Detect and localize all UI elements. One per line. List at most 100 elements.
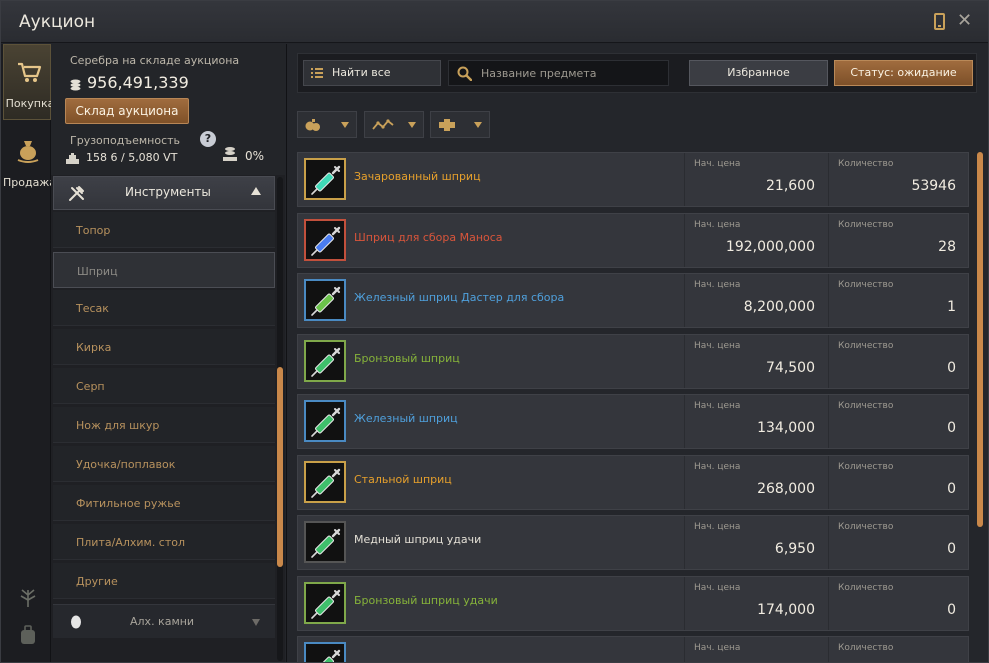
item-thumbnail[interactable] [304, 279, 346, 321]
price-value: 6,950 [774, 541, 815, 557]
quantity-label: Количество [838, 643, 894, 653]
quantity-value: 0 [947, 480, 956, 497]
item-thumbnail[interactable] [304, 521, 346, 563]
tree-icon[interactable] [18, 586, 38, 608]
item-name: Железный шприц Дастер для сбора [354, 291, 565, 304]
price-label: Нач. цена [694, 522, 741, 532]
category-item-pickaxe[interactable]: Кирка [53, 329, 275, 365]
item-thumbnail[interactable] [304, 642, 346, 662]
item-thumbnail[interactable] [304, 339, 346, 382]
item-thumbnail[interactable] [304, 158, 346, 200]
find-all-label: Найти все [332, 66, 391, 79]
price-value: 21,600 [766, 178, 815, 194]
help-icon[interactable]: ? [200, 131, 216, 147]
auction-storage-button[interactable]: Склад аукциона [65, 98, 189, 124]
cross-icon [439, 119, 455, 131]
price-label: Нач. цена [694, 643, 741, 653]
price-cell: Нач. цена 6,950 [684, 516, 827, 569]
category-item-other[interactable]: Другие [53, 563, 275, 599]
category-item-fishing-rod[interactable]: Удочка/поплавок [53, 446, 275, 482]
price-label: Нач. цена [694, 280, 741, 290]
quantity-cell: Количество 0 [828, 334, 968, 388]
quantity-cell: Количество 0 [828, 516, 968, 569]
main-panel: Найти все Избранное Статус: ожидание [286, 44, 988, 662]
category-scrollbar[interactable] [277, 177, 283, 661]
item-name: Шприц для сбора Маноса [354, 230, 503, 244]
item-thumbnail[interactable] [304, 581, 346, 624]
price-cell: Нач. цена 8,200,000 [684, 274, 827, 327]
alchemy-stones-label: Алх. камни [130, 615, 195, 628]
item-row[interactable]: Железный шприц Нач. цена 134,000 Количество… [297, 394, 969, 449]
search-icon [457, 66, 472, 81]
item-name: Зачарованный шприц [354, 170, 481, 183]
item-list: Зачарованный шприц Нач. цена 21,600 Количес… [297, 152, 969, 662]
title-bar: Аукцион ✕ [1, 1, 988, 43]
price-cell: Нач. цена 21,600 [684, 153, 827, 206]
phone-icon[interactable] [934, 13, 945, 30]
item-row[interactable]: Нач. цена Количество [297, 636, 969, 662]
category-item-sickle[interactable]: Серп [53, 368, 275, 404]
tab-buy-label: Покупка [5, 97, 55, 110]
item-row[interactable]: Стальной шприц Нач. цена 268,000 Количество… [297, 454, 969, 510]
favorites-button[interactable]: Избранное [689, 60, 828, 86]
item-row[interactable]: Железный шприц Дастер для сбора Нач. цена… [297, 273, 969, 328]
item-thumbnail[interactable] [304, 218, 346, 261]
quantity-value: 0 [947, 359, 956, 376]
window-title: Аукцион [19, 12, 96, 32]
trend-line-icon [372, 119, 394, 130]
item-row[interactable]: Шприц для сбора Маноса Нач. цена 192,000,0… [297, 212, 969, 268]
item-list-scrollbar[interactable] [977, 152, 983, 527]
find-all-button[interactable]: Найти все [303, 60, 441, 86]
filter-dropdown-trend[interactable] [364, 111, 424, 138]
filter-dropdown-enhancement[interactable] [430, 111, 490, 138]
coin-pouch-icon [305, 119, 320, 131]
quantity-label: Количество [838, 522, 894, 532]
category-item-cleaver[interactable]: Тесак [53, 290, 275, 326]
price-cell: Нач. цена 268,000 [684, 455, 827, 509]
price-label: Нач. цена [694, 219, 741, 230]
item-row[interactable]: Медный шприц удачи Нач. цена 6,950 Количест… [297, 515, 969, 570]
tab-sell[interactable]: Продажа [3, 124, 56, 200]
item-thumbnail[interactable] [304, 400, 346, 442]
syringe-icon [315, 649, 341, 662]
item-row[interactable]: Бронзовый шприц Нач. цена 74,500 Количество… [297, 333, 969, 389]
item-name: Железный шприц [354, 412, 458, 425]
price-value: 74,500 [766, 359, 815, 376]
syringe-icon [311, 286, 341, 316]
tab-sell-label: Продажа [3, 176, 56, 189]
syringe-icon [311, 589, 341, 619]
capacity-label: Грузоподъемность [70, 134, 181, 147]
quantity-cell: Количество 0 [828, 576, 968, 630]
category-item-matchlock[interactable]: Фитильное ружье [53, 485, 275, 521]
item-row[interactable]: Зачарованный шприц Нач. цена 21,600 Количес… [297, 152, 969, 207]
silver-label: Серебра на складе аукциона [70, 54, 240, 67]
tab-buy[interactable]: Покупка [3, 44, 54, 120]
weight-value: 158 6 / 5,080 VT [86, 151, 178, 164]
backpack-icon[interactable] [18, 624, 38, 646]
money-bag-icon [17, 141, 39, 163]
quantity-cell: Количество 28 [828, 213, 968, 267]
quantity-label: Количество [838, 461, 894, 472]
category-item-axe[interactable]: Топор [53, 212, 275, 248]
auction-window: Аукцион ✕ Покупка Продажа Серебра на скл… [0, 0, 989, 663]
category-header-alchemy-stones[interactable]: Алх. камни [53, 604, 275, 638]
item-name-search-input[interactable] [448, 60, 669, 86]
item-row[interactable]: Бронзовый шприц удачи Нач. цена 174,000 Кол… [297, 575, 969, 631]
category-item-stove[interactable]: Плита/Алхим. стол [53, 524, 275, 560]
category-header-tools[interactable]: Инструменты [53, 176, 275, 210]
category-scrollbar-thumb[interactable] [277, 367, 283, 567]
syringe-icon [311, 407, 341, 437]
filter-dropdown-price[interactable] [297, 111, 357, 138]
quantity-value: 0 [947, 420, 956, 436]
quantity-cell: Количество 53946 [828, 153, 968, 206]
cart-icon [18, 62, 42, 82]
item-thumbnail[interactable] [304, 460, 346, 503]
search-bar: Найти все Избранное Статус: ожидание [297, 53, 977, 93]
quantity-label: Количество [838, 280, 894, 290]
category-item-syringe[interactable]: Шприц [53, 252, 275, 288]
close-icon[interactable]: ✕ [957, 10, 972, 32]
quantity-label: Количество [838, 401, 894, 411]
percent-value: 0% [245, 149, 265, 163]
category-item-skinning-knife[interactable]: Нож для шкур [53, 407, 275, 443]
status-button[interactable]: Статус: ожидание [834, 60, 973, 86]
